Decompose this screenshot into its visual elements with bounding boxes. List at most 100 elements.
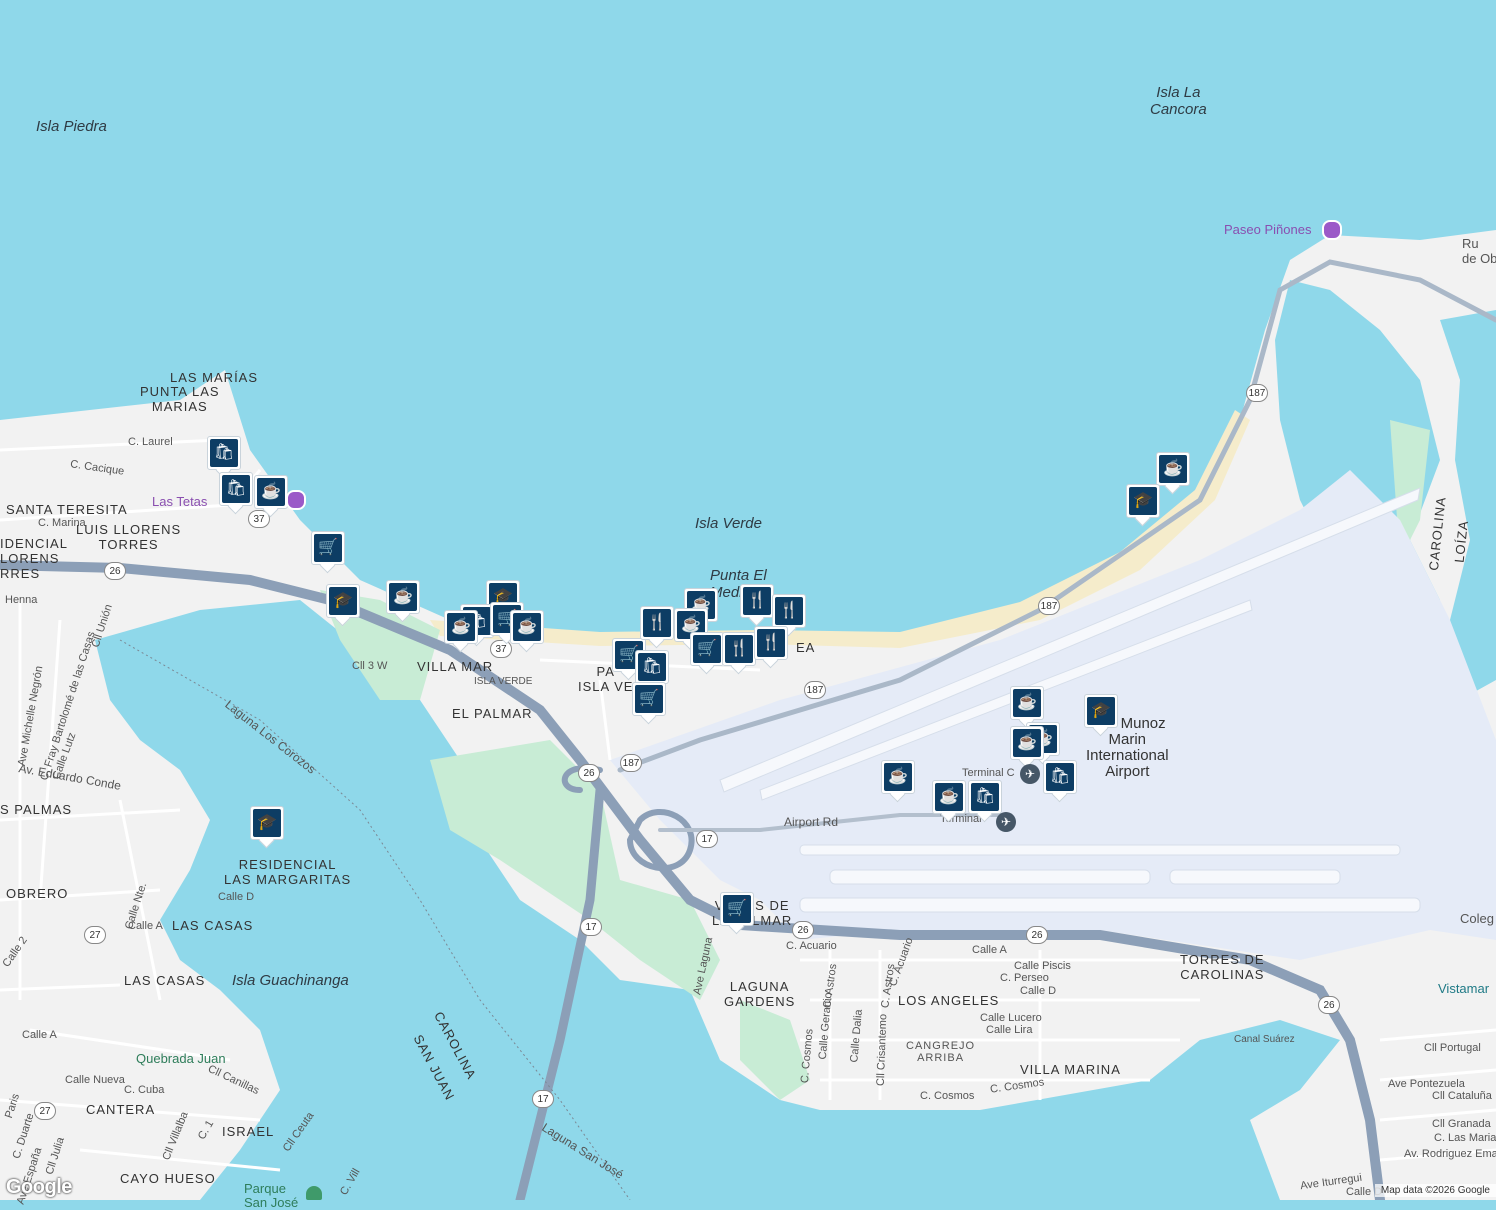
school-pin[interactable]: 🎓 [1084,694,1118,737]
restaurant-icon: 🍴 [643,609,671,637]
restaurant-icon: 🍴 [725,635,753,663]
coffee-icon: ☕ [935,783,963,811]
c-cosmos-2-label: C. Cosmos [920,1090,975,1102]
restaurant-pin[interactable]: 🍴 [640,606,674,649]
ea-label: EA [796,640,816,655]
paseo-pinones-label[interactable]: Paseo Piñones [1224,222,1311,237]
shopping-bag-icon: 🛍 [210,439,238,467]
coffee-pin[interactable]: ☕ [932,780,966,823]
coffee-pin[interactable]: ☕ [254,475,288,518]
cll-portugal-label: Cll Portugal [1424,1042,1481,1054]
restaurant-icon: 🍴 [775,597,803,625]
calle-d-east-label: Calle D [1020,985,1057,997]
coffee-pin[interactable]: ☕ [510,610,544,653]
coffee-pin[interactable]: ☕ [1156,452,1190,495]
restaurant-icon: 🍴 [743,587,771,615]
shopping-pin[interactable]: 🛍 [219,472,253,515]
route-17-shield: 17 [532,1090,554,1108]
attraction-marker-icon[interactable] [1322,220,1342,240]
calle-lucero-label: Calle Lucero [980,1012,1042,1024]
school-pin[interactable]: 🎓 [1126,484,1160,527]
coffee-icon: ☕ [389,583,417,611]
airport-terminal-icon[interactable]: ✈ [996,812,1016,832]
park-marker-icon[interactable] [306,1186,322,1200]
restaurant-pin[interactable]: 🍴 [722,632,756,675]
las-marias-label: LAS MARÍAS [170,370,259,385]
grocery-pin[interactable]: 🛒 [632,682,666,725]
school-icon: 🎓 [1129,487,1157,515]
coffee-icon: ☕ [513,613,541,641]
school-icon: 🎓 [329,587,357,615]
airport-rd-label: Airport Rd [784,815,839,829]
las-casas-label-1: LAS CASAS [172,918,254,933]
laguna-gardens-label: LAGUNA GARDENS [724,979,796,1009]
las-palmas-label: S PALMAS [0,802,73,817]
isla-verde-water-label: Isla Verde [695,515,762,532]
restaurant-pin[interactable]: 🍴 [754,626,788,669]
route-26-shield: 26 [578,764,600,782]
calle-a-sw-label: Calle A [22,1029,57,1041]
route-26-shield: 26 [104,562,126,580]
route-17-shield: 17 [696,830,718,848]
attraction-marker-icon[interactable] [286,490,306,510]
route-26-shield: 26 [792,921,814,939]
villa-marina-label: VILLA MARINA [1020,1062,1121,1077]
calle-d-label: Calle D [218,891,255,903]
route-26-shield: 26 [1026,926,1048,944]
villa-mar-label: VILLA MAR [417,659,494,674]
los-angeles-label: LOS ANGELES [898,993,1000,1008]
coffee-icon: ☕ [447,613,475,641]
santa-teresita-label: SANTA TERESITA [6,502,128,517]
coffee-pin[interactable]: ☕ [1010,726,1044,769]
coffee-pin[interactable]: ☕ [881,760,915,803]
calle-a-west-label: Calle A [128,920,163,932]
coffee-icon: ☕ [1013,729,1041,757]
route-26-shield: 26 [1318,996,1340,1014]
las-tetas-label[interactable]: Las Tetas [152,494,207,509]
restaurant-pin[interactable]: 🍴 [740,584,774,627]
obrero-label: OBRERO [6,886,69,901]
punta-las-marias-label: PUNTA LAS MARIAS [140,384,220,414]
route-27-shield: 27 [84,926,106,944]
ruinas-label: Ru de Ob [1462,236,1496,266]
israel-label: ISRAEL [222,1124,275,1139]
isla-piedra-label: Isla Piedra [36,118,107,135]
cayo-hueso-label: CAYO HUESO [120,1171,216,1186]
grocery-pin[interactable]: 🛒 [311,531,345,574]
colegio-label: Coleg [1460,911,1494,926]
shopping-cart-icon: 🛒 [314,534,342,562]
school-pin[interactable]: 🎓 [250,806,284,849]
cll-3-w-label: Cll 3 W [352,660,388,672]
coffee-pin[interactable]: ☕ [386,580,420,623]
airport-area [610,470,1496,960]
calle-a-east-label: Calle A [972,944,1007,956]
isla-guachinanga-label: Isla Guachinanga [232,972,349,989]
shopping-cart-icon: 🛒 [693,635,721,663]
c-las-maria-label: C. Las Maria [1434,1132,1496,1144]
isla-la-cancora-label: Isla La Cancora [1150,84,1207,118]
route-27-shield: 27 [34,1102,56,1120]
canal-suarez-label: Canal Suárez [1234,1034,1295,1045]
coffee-icon: ☕ [1159,455,1187,483]
grocery-pin[interactable]: 🛒 [720,892,754,935]
coffee-icon: ☕ [884,763,912,791]
route-187-shield: 187 [804,681,826,699]
el-palmar-label: EL PALMAR [452,706,533,721]
coffee-pin[interactable]: ☕ [444,610,478,653]
shopping-bag-icon: 🛍 [1046,763,1074,791]
residencial-las-margaritas-label: RESIDENCIAL LAS MARGARITAS [224,857,352,887]
restaurant-icon: 🍴 [757,629,785,657]
cll-granada-label: Cll Granada [1432,1118,1491,1130]
henna-label: Henna [5,594,38,606]
airport-terminal-icon[interactable]: ✈ [1020,764,1040,784]
school-pin[interactable]: 🎓 [326,584,360,627]
coffee-icon: ☕ [257,478,285,506]
shopping-bag-icon: 🛍 [971,783,999,811]
c-laurel-label: C. Laurel [128,436,173,448]
shopping-bag-icon: 🛍 [638,653,666,681]
cantera-label: CANTERA [86,1102,156,1117]
torres-de-carolinas-label: TORRES DE CAROLINAS [1180,952,1265,982]
shopping-pin[interactable]: 🛍 [1043,760,1077,803]
route-187-shield: 187 [620,754,642,772]
grocery-pin[interactable]: 🛒 [690,632,724,675]
